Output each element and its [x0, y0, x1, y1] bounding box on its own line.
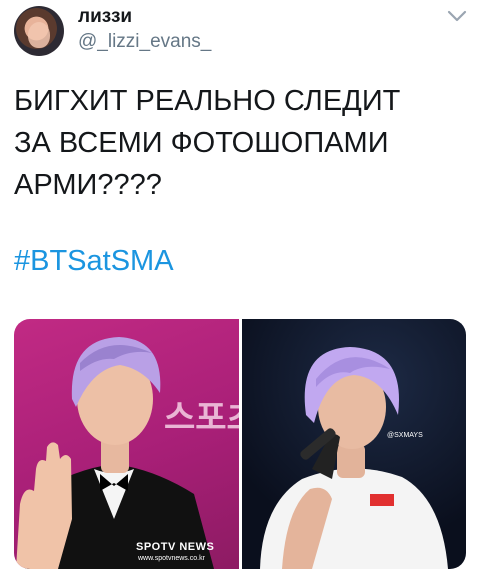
- photo-right[interactable]: @SXMAYS: [242, 319, 466, 569]
- author-handle[interactable]: @_lizzi_evans_: [78, 31, 211, 53]
- watermark: @SXMAYS: [387, 432, 423, 439]
- photo-right-illustration: [260, 347, 448, 569]
- photo-left[interactable]: 스포츠 SPOTV NEWS www.spotvnews.co.kr: [14, 319, 239, 569]
- author-name[interactable]: лиззи: [78, 6, 132, 28]
- backdrop-text: 스포츠: [164, 398, 239, 438]
- tweet-text: БИГХИТ РЕАЛЬНО СЛЕДИТ ЗА ВСЕМИ ФОТОШОПАМ…: [14, 85, 401, 201]
- avatar[interactable]: [14, 6, 64, 56]
- hashtag-link[interactable]: #BTSatSMA: [14, 245, 174, 278]
- photo-left-illustration: 스포츠: [16, 337, 239, 569]
- tweet-header: лиззи @_lizzi_evans_: [0, 0, 480, 62]
- watermark-url: www.spotvnews.co.kr: [138, 555, 205, 562]
- watermark: SPOTV NEWS: [136, 541, 215, 553]
- chevron-down-icon[interactable]: [446, 8, 468, 24]
- media-grid: 스포츠 SPOTV NEWS www.spotvnews.co.kr @SXMA…: [14, 319, 466, 569]
